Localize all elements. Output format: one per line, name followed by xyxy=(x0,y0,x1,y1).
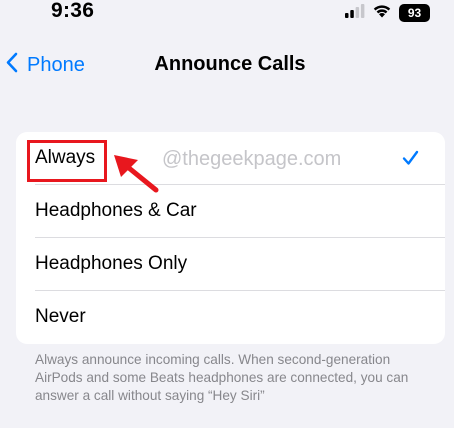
option-headphones-and-car[interactable]: Headphones & Car xyxy=(16,185,445,238)
wifi-icon xyxy=(372,3,392,23)
option-label: Never xyxy=(35,306,86,327)
watermark: @thegeekpage.com xyxy=(162,148,342,170)
page-title: Announce Calls xyxy=(154,53,306,75)
highlight-box xyxy=(27,140,107,182)
navigation-bar: Phone Announce Calls xyxy=(0,45,454,85)
option-headphones-only[interactable]: Headphones Only xyxy=(16,238,445,291)
status-icons: 93 xyxy=(345,3,430,23)
option-never[interactable]: Never xyxy=(16,291,445,344)
option-label: Headphones & Car xyxy=(35,200,197,221)
status-time: 9:36 xyxy=(51,0,95,22)
cellular-signal-icon xyxy=(345,3,365,23)
status-bar: 9:36 93 xyxy=(0,0,454,30)
battery-icon: 93 xyxy=(399,4,430,22)
checkmark-icon xyxy=(402,150,419,171)
footer-note: Always announce incoming calls. When sec… xyxy=(35,352,409,403)
option-label: Headphones Only xyxy=(35,253,188,274)
red-arrow-icon xyxy=(112,152,160,199)
